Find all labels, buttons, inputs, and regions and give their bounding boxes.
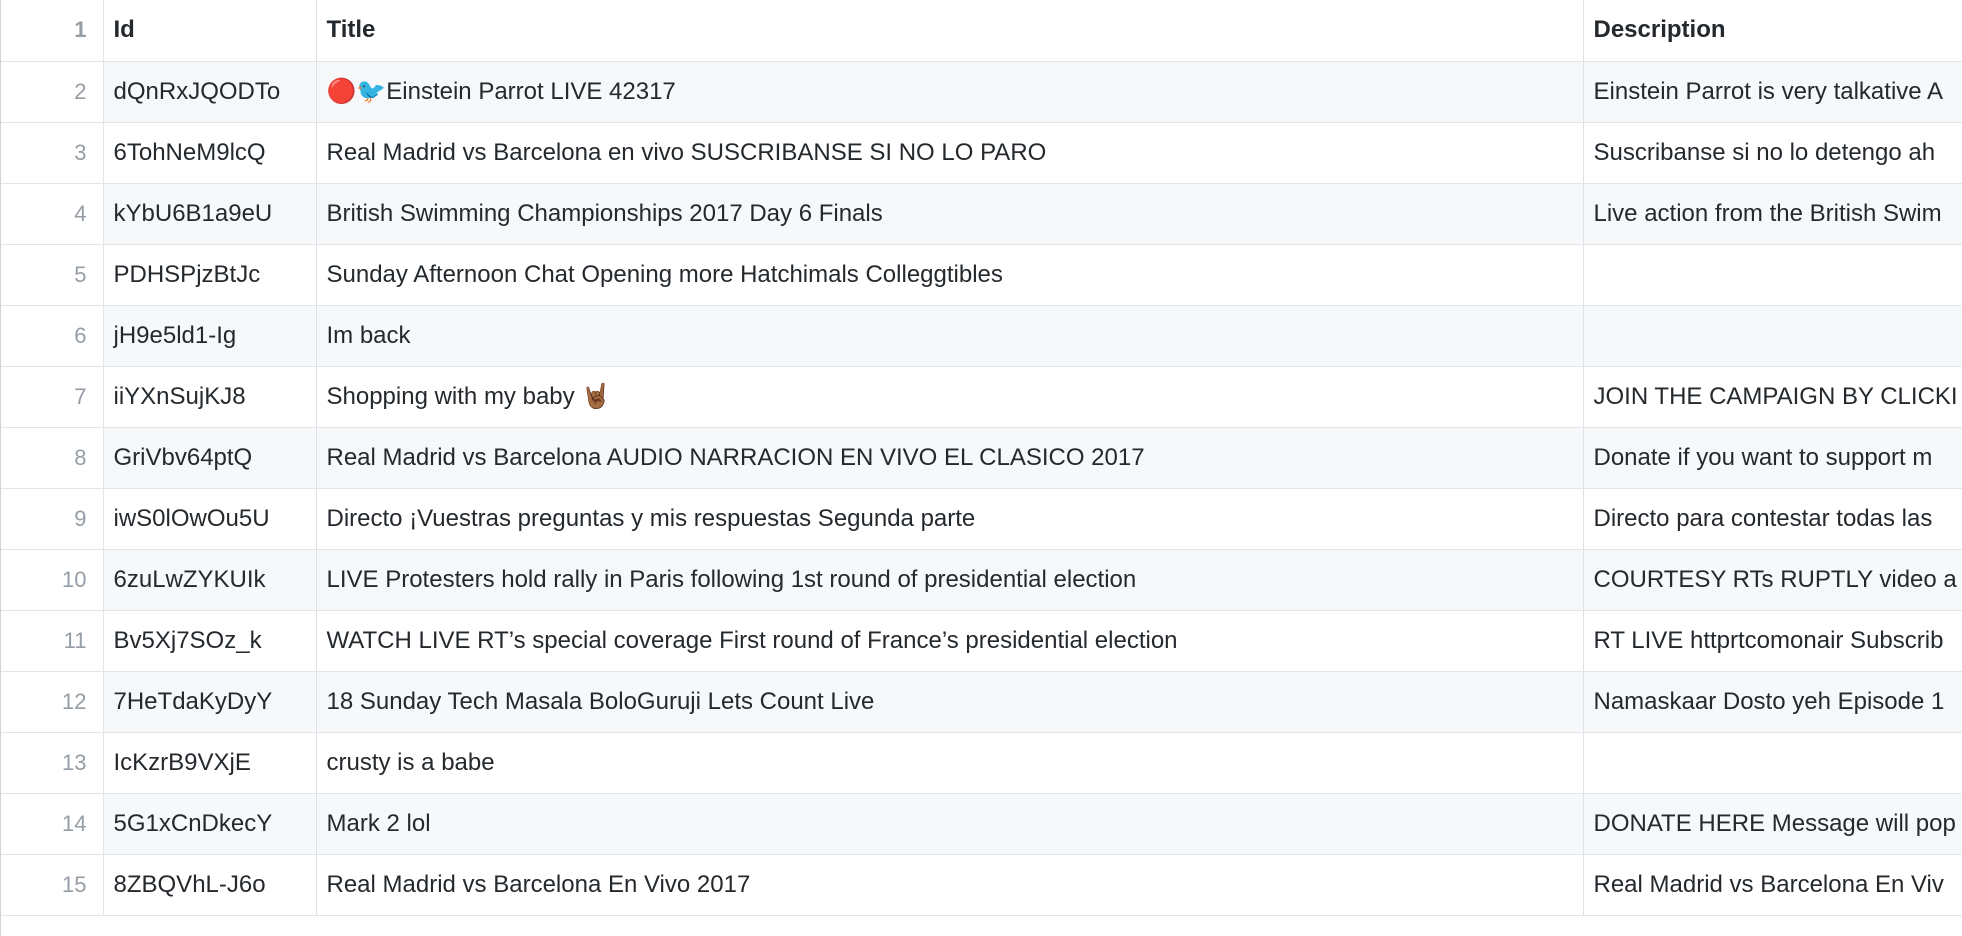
cell-id: kYbU6B1a9eU [103, 183, 317, 245]
cell-title: Real Madrid vs Barcelona AUDIO NARRACION… [316, 427, 1584, 489]
csv-table: 1 Id Title Description 2 dQnRxJQODTo 🔴🐦Ein… [1, 0, 1962, 916]
line-number[interactable]: 13 [1, 732, 104, 794]
cell-id: PDHSPjzBtJc [103, 244, 317, 306]
table-row: 13 IcKzrB9VXjE crusty is a babe [1, 732, 1962, 794]
cell-description: Suscribanse si no lo detengo ah [1583, 122, 1962, 184]
cell-description: DONATE HERE Message will pop [1583, 793, 1962, 855]
column-header-id: Id [103, 0, 317, 62]
cell-title: Shopping with my baby 🤘🏾 [316, 366, 1584, 428]
cell-description: Donate if you want to support m [1583, 427, 1962, 489]
cell-id: iiYXnSujKJ8 [103, 366, 317, 428]
cell-id: 5G1xCnDkecY [103, 793, 317, 855]
cell-description: RT LIVE httprtcomonair Subscrib [1583, 610, 1962, 672]
cell-id: Bv5Xj7SOz_k [103, 610, 317, 672]
header-row: 1 Id Title Description [1, 0, 1962, 62]
cell-id: jH9e5ld1-Ig [103, 305, 317, 367]
line-number[interactable]: 10 [1, 549, 104, 611]
table-row: 12 7HeTdaKyDyY 18 Sunday Tech Masala BoloG… [1, 671, 1962, 733]
table-row: 2 dQnRxJQODTo 🔴🐦Einstein Parrot LIVE 42317… [1, 61, 1962, 123]
cell-description: Real Madrid vs Barcelona En Viv [1583, 854, 1962, 916]
line-number[interactable]: 7 [1, 366, 104, 428]
cell-description: Namaskaar Dosto yeh Episode 1 [1583, 671, 1962, 733]
line-number[interactable]: 9 [1, 488, 104, 550]
csv-table-viewer: 1 Id Title Description 2 dQnRxJQODTo 🔴🐦Ein… [0, 0, 1962, 936]
line-number[interactable]: 5 [1, 244, 104, 306]
cell-id: 6zuLwZYKUIk [103, 549, 317, 611]
table-row: 4 kYbU6B1a9eU British Swimming Championshi… [1, 183, 1962, 245]
cell-description [1583, 244, 1962, 306]
line-number[interactable]: 1 [1, 0, 104, 62]
column-header-title: Title [316, 0, 1584, 62]
line-number[interactable]: 3 [1, 122, 104, 184]
table-row: 6 jH9e5ld1-Ig Im back [1, 305, 1962, 367]
cell-description [1583, 732, 1962, 794]
table-row: 7 iiYXnSujKJ8 Shopping with my baby 🤘🏾 JOIN… [1, 366, 1962, 428]
table-row: 11 Bv5Xj7SOz_k WATCH LIVE RT’s special cov… [1, 610, 1962, 672]
table-row: 8 GriVbv64ptQ Real Madrid vs Barcelona AUD… [1, 427, 1962, 489]
cell-id: 7HeTdaKyDyY [103, 671, 317, 733]
cell-title: Mark 2 lol [316, 793, 1584, 855]
cell-id: 8ZBQVhL-J6o [103, 854, 317, 916]
line-number[interactable]: 4 [1, 183, 104, 245]
table-row: 9 iwS0lOwOu5U Directo ¡Vuestras preguntas … [1, 488, 1962, 550]
cell-description: JOIN THE CAMPAIGN BY CLICKI [1583, 366, 1962, 428]
cell-id: iwS0lOwOu5U [103, 488, 317, 550]
line-number[interactable]: 6 [1, 305, 104, 367]
cell-description: Einstein Parrot is very talkative A [1583, 61, 1962, 123]
cell-title: crusty is a babe [316, 732, 1584, 794]
column-header-description: Description [1583, 0, 1962, 62]
table-row: 10 6zuLwZYKUIk LIVE Protesters hold rally … [1, 549, 1962, 611]
line-number[interactable]: 2 [1, 61, 104, 123]
table-row: 15 8ZBQVhL-J6o Real Madrid vs Barcelona En… [1, 854, 1962, 916]
viewport-bottom-edge [1, 927, 1962, 936]
cell-title: Real Madrid vs Barcelona En Vivo 2017 [316, 854, 1584, 916]
cell-title: British Swimming Championships 2017 Day … [316, 183, 1584, 245]
cell-title: Real Madrid vs Barcelona en vivo SUSCRIB… [316, 122, 1584, 184]
cell-description: Directo para contestar todas las [1583, 488, 1962, 550]
cell-description: Live action from the British Swim [1583, 183, 1962, 245]
line-number[interactable]: 14 [1, 793, 104, 855]
cell-description: COURTESY RTs RUPTLY video a [1583, 549, 1962, 611]
cell-title: Directo ¡Vuestras preguntas y mis respue… [316, 488, 1584, 550]
line-number[interactable]: 8 [1, 427, 104, 489]
line-number[interactable]: 12 [1, 671, 104, 733]
cell-id: GriVbv64ptQ [103, 427, 317, 489]
cell-title: 🔴🐦Einstein Parrot LIVE 42317 [316, 61, 1584, 123]
cell-title: WATCH LIVE RT’s special coverage First r… [316, 610, 1584, 672]
cell-id: 6TohNeM9lcQ [103, 122, 317, 184]
cell-id: IcKzrB9VXjE [103, 732, 317, 794]
line-number[interactable]: 15 [1, 854, 104, 916]
table-row: 14 5G1xCnDkecY Mark 2 lol DONATE HERE Messa… [1, 793, 1962, 855]
cell-title: 18 Sunday Tech Masala BoloGuruji Lets Co… [316, 671, 1584, 733]
cell-title: Im back [316, 305, 1584, 367]
table-row: 5 PDHSPjzBtJc Sunday Afternoon Chat Openin… [1, 244, 1962, 306]
cell-description [1583, 305, 1962, 367]
table-row: 3 6TohNeM9lcQ Real Madrid vs Barcelona en … [1, 122, 1962, 184]
cell-title: Sunday Afternoon Chat Opening more Hatch… [316, 244, 1584, 306]
line-number[interactable]: 11 [1, 610, 104, 672]
cell-title: LIVE Protesters hold rally in Paris foll… [316, 549, 1584, 611]
cell-id: dQnRxJQODTo [103, 61, 317, 123]
